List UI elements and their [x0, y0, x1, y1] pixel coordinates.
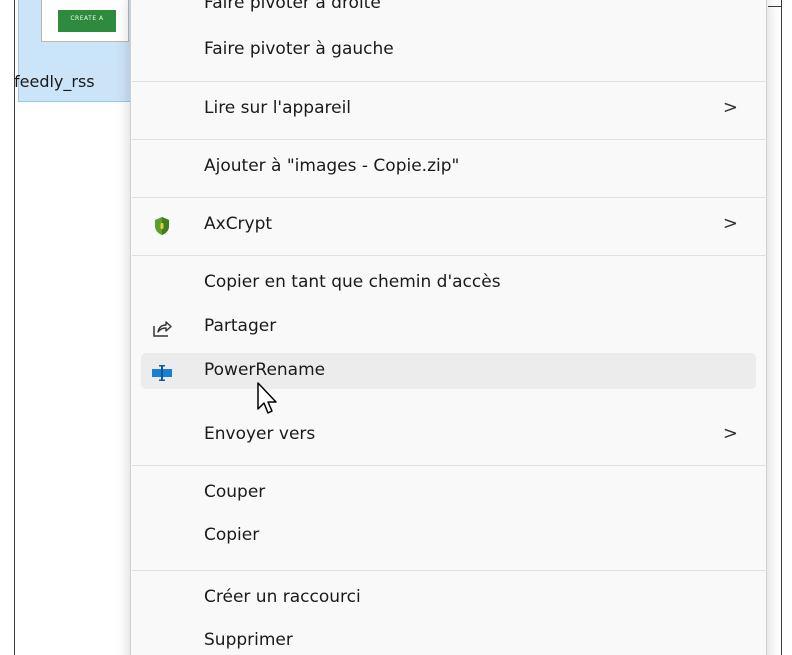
axcrypt-shield-icon [151, 215, 173, 237]
desktop-stage: CREATE A feedly_rss Faire pivoter à droi… [0, 0, 792, 655]
menu-item-create-shortcut[interactable]: Créer un raccourci [141, 580, 756, 616]
chevron-right-icon: > [722, 213, 738, 234]
menu-item-label: Envoyer vers [204, 424, 316, 444]
chevron-right-icon: > [722, 97, 738, 118]
menu-item-label: AxCrypt [204, 214, 273, 234]
file-name-label: feedly_rss [14, 72, 95, 91]
share-icon [151, 317, 173, 339]
menu-separator [132, 255, 767, 256]
menu-separator [132, 139, 767, 140]
window-border-left [14, 0, 15, 655]
menu-item-label: Copier en tant que chemin d'accès [204, 272, 501, 292]
file-thumbnail: CREATE A [41, 0, 129, 42]
menu-item-label: Lire sur l'appareil [204, 98, 352, 118]
menu-item-label: Ajouter à "images - Copie.zip" [204, 156, 460, 176]
menu-item-label: Couper [204, 482, 266, 502]
menu-item-delete[interactable]: Supprimer [141, 623, 756, 655]
menu-separator [132, 81, 767, 82]
mouse-pointer-icon [256, 381, 286, 421]
menu-item-axcrypt[interactable]: AxCrypt > [141, 207, 756, 243]
menu-item-copy[interactable]: Copier [141, 518, 756, 554]
menu-separator [132, 465, 767, 466]
menu-item-share[interactable]: Partager [141, 309, 756, 345]
menu-item-powerrename[interactable]: PowerRename [141, 353, 756, 389]
window-border-top [768, 6, 782, 7]
menu-item-label: Faire pivoter à droite [204, 0, 381, 13]
menu-item-label: Copier [204, 525, 260, 545]
menu-item-label: Créer un raccourci [204, 587, 361, 607]
menu-item-label: Faire pivoter à gauche [204, 39, 394, 59]
chevron-right-icon: > [722, 423, 738, 444]
menu-item-cut[interactable]: Couper [141, 475, 756, 511]
menu-item-copy-as-path[interactable]: Copier en tant que chemin d'accès [141, 265, 756, 301]
thumbnail-text: CREATE A [70, 15, 104, 22]
menu-item-send-to[interactable]: Envoyer vers > [141, 417, 756, 453]
menu-item-label: Partager [204, 316, 277, 336]
menu-item-rotate-left[interactable]: Faire pivoter à gauche [141, 32, 756, 68]
thumbnail-banner: CREATE A [58, 10, 116, 32]
powerrename-icon [151, 361, 173, 383]
context-menu: Faire pivoter à droite Faire pivoter à g… [130, 0, 767, 655]
menu-item-rotate-right[interactable]: Faire pivoter à droite [141, 0, 756, 22]
window-border-right [781, 0, 782, 655]
menu-separator [132, 570, 767, 571]
menu-item-label: Supprimer [204, 630, 293, 650]
menu-separator [132, 197, 767, 198]
menu-item-play-on-device[interactable]: Lire sur l'appareil > [141, 91, 756, 127]
menu-item-add-to-zip[interactable]: Ajouter à "images - Copie.zip" [141, 149, 756, 185]
menu-item-label: PowerRename [204, 360, 326, 380]
